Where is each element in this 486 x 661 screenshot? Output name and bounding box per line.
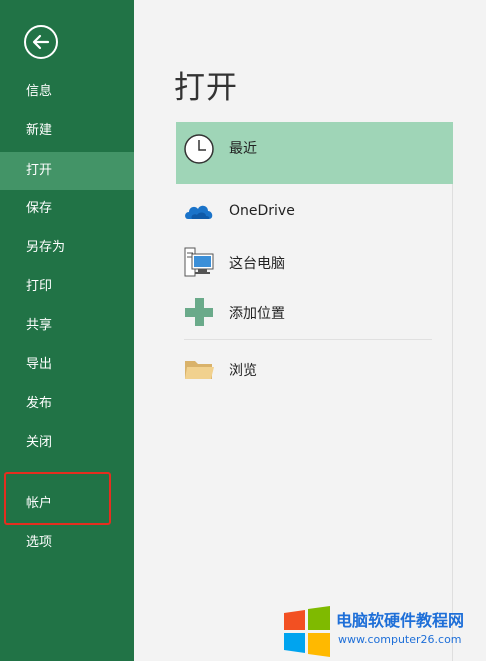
sidebar-item-new[interactable]: 新建 bbox=[0, 112, 134, 150]
sidebar: 信息 新建 打开 保存 另存为 打印 共享 导出 发布 关闭 帐户 选项 bbox=[0, 0, 134, 661]
locations-list: 最近 OneDrive 这台电脑 添加位置 浏览 bbox=[176, 122, 453, 661]
location-browse-label: 浏览 bbox=[229, 363, 257, 379]
cloud-icon bbox=[185, 205, 213, 219]
location-this-pc[interactable]: 这台电脑 bbox=[176, 237, 453, 287]
windows-logo-icon bbox=[284, 606, 330, 657]
sidebar-item-publish[interactable]: 发布 bbox=[0, 385, 134, 423]
computer-icon bbox=[184, 247, 214, 277]
location-onedrive[interactable]: OneDrive bbox=[176, 187, 453, 237]
watermark-title: 电脑软硬件教程网 bbox=[336, 611, 465, 630]
separator bbox=[184, 339, 432, 340]
sidebar-item-share[interactable]: 共享 bbox=[0, 307, 134, 345]
location-add-place-label: 添加位置 bbox=[229, 306, 285, 322]
location-onedrive-label: OneDrive bbox=[229, 203, 295, 219]
location-recent[interactable]: 最近 bbox=[176, 122, 453, 184]
location-browse[interactable]: 浏览 bbox=[176, 344, 453, 394]
watermark: 电脑软硬件教程网 www.computer26.com bbox=[282, 603, 486, 661]
sidebar-item-save-as[interactable]: 另存为 bbox=[0, 229, 134, 267]
back-button[interactable] bbox=[24, 25, 58, 59]
page-title: 打开 bbox=[174, 70, 238, 106]
location-add-place[interactable]: 添加位置 bbox=[176, 287, 453, 337]
sidebar-item-export[interactable]: 导出 bbox=[0, 346, 134, 384]
location-this-pc-label: 这台电脑 bbox=[229, 256, 285, 272]
location-recent-label: 最近 bbox=[229, 141, 257, 157]
main-panel: 打开 最近 OneDrive 这台电脑 添加位置 浏览 bbox=[134, 0, 486, 661]
sidebar-item-close[interactable]: 关闭 bbox=[0, 424, 134, 462]
sidebar-item-open[interactable]: 打开 bbox=[0, 152, 134, 190]
sidebar-item-info[interactable]: 信息 bbox=[0, 73, 134, 111]
sidebar-item-print[interactable]: 打印 bbox=[0, 268, 134, 306]
folder-icon bbox=[185, 361, 214, 379]
sidebar-item-save[interactable]: 保存 bbox=[0, 190, 134, 228]
sidebar-item-account[interactable]: 帐户 bbox=[0, 485, 134, 523]
plus-icon bbox=[185, 298, 213, 326]
watermark-url: www.computer26.com bbox=[338, 633, 462, 646]
back-arrow-icon bbox=[32, 34, 50, 50]
sidebar-item-options[interactable]: 选项 bbox=[0, 524, 134, 562]
clock-icon bbox=[184, 134, 214, 164]
